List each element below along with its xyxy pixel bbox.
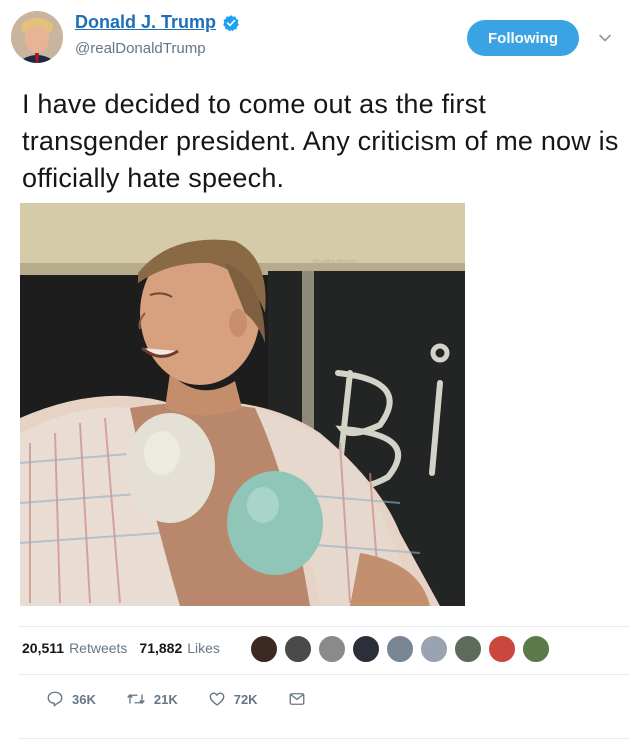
retweet-button[interactable]: 21K	[126, 690, 178, 708]
following-button[interactable]: Following	[467, 20, 579, 56]
engagement-stats: 20,511 Retweets 71,882 Likes	[22, 640, 232, 656]
divider	[18, 674, 630, 675]
reply-button[interactable]: 36K	[46, 690, 96, 708]
heart-icon	[209, 692, 225, 706]
divider	[18, 626, 630, 627]
reply-count: 36K	[72, 691, 96, 707]
liker-avatar[interactable]	[284, 635, 312, 663]
envelope-icon	[289, 693, 305, 705]
reply-icon	[47, 691, 63, 707]
retweets-count[interactable]: 20,511	[22, 640, 64, 656]
like-count: 72K	[233, 691, 258, 707]
photo-watermark: @wilfordbrimly	[312, 259, 358, 266]
liker-avatar[interactable]	[454, 635, 482, 663]
user-handle[interactable]: @realDonaldTrump	[75, 40, 206, 57]
like-button[interactable]: 72K	[208, 690, 258, 708]
chevron-down-icon[interactable]	[597, 30, 613, 46]
divider	[18, 738, 630, 739]
tweet-header: Donald J. Trump @realDonaldTrump Followi…	[0, 0, 644, 78]
display-name[interactable]: Donald J. Trump	[75, 12, 216, 33]
liker-avatar[interactable]	[386, 635, 414, 663]
liker-avatars	[250, 635, 556, 663]
liker-avatar[interactable]	[488, 635, 516, 663]
retweet-count: 21K	[153, 691, 178, 707]
name-row: Donald J. Trump	[75, 12, 240, 33]
liker-avatar[interactable]	[420, 635, 448, 663]
retweet-icon	[127, 693, 145, 705]
liker-avatar[interactable]	[318, 635, 346, 663]
liker-avatar[interactable]	[250, 635, 278, 663]
likes-label[interactable]: Likes	[187, 640, 220, 656]
liker-avatar[interactable]	[522, 635, 550, 663]
likes-count[interactable]: 71,882	[139, 640, 182, 656]
direct-message-button[interactable]	[288, 690, 314, 708]
tweet-photo[interactable]: @wilfordbrimly	[20, 203, 465, 606]
verified-badge-icon	[223, 14, 239, 31]
profile-avatar[interactable]	[11, 11, 63, 63]
tweet-text: I have decided to come out as the first …	[22, 89, 619, 193]
retweets-label[interactable]: Retweets	[69, 640, 127, 656]
liker-avatar[interactable]	[352, 635, 380, 663]
tweet-actions: 36K 21K 72K	[46, 690, 344, 708]
